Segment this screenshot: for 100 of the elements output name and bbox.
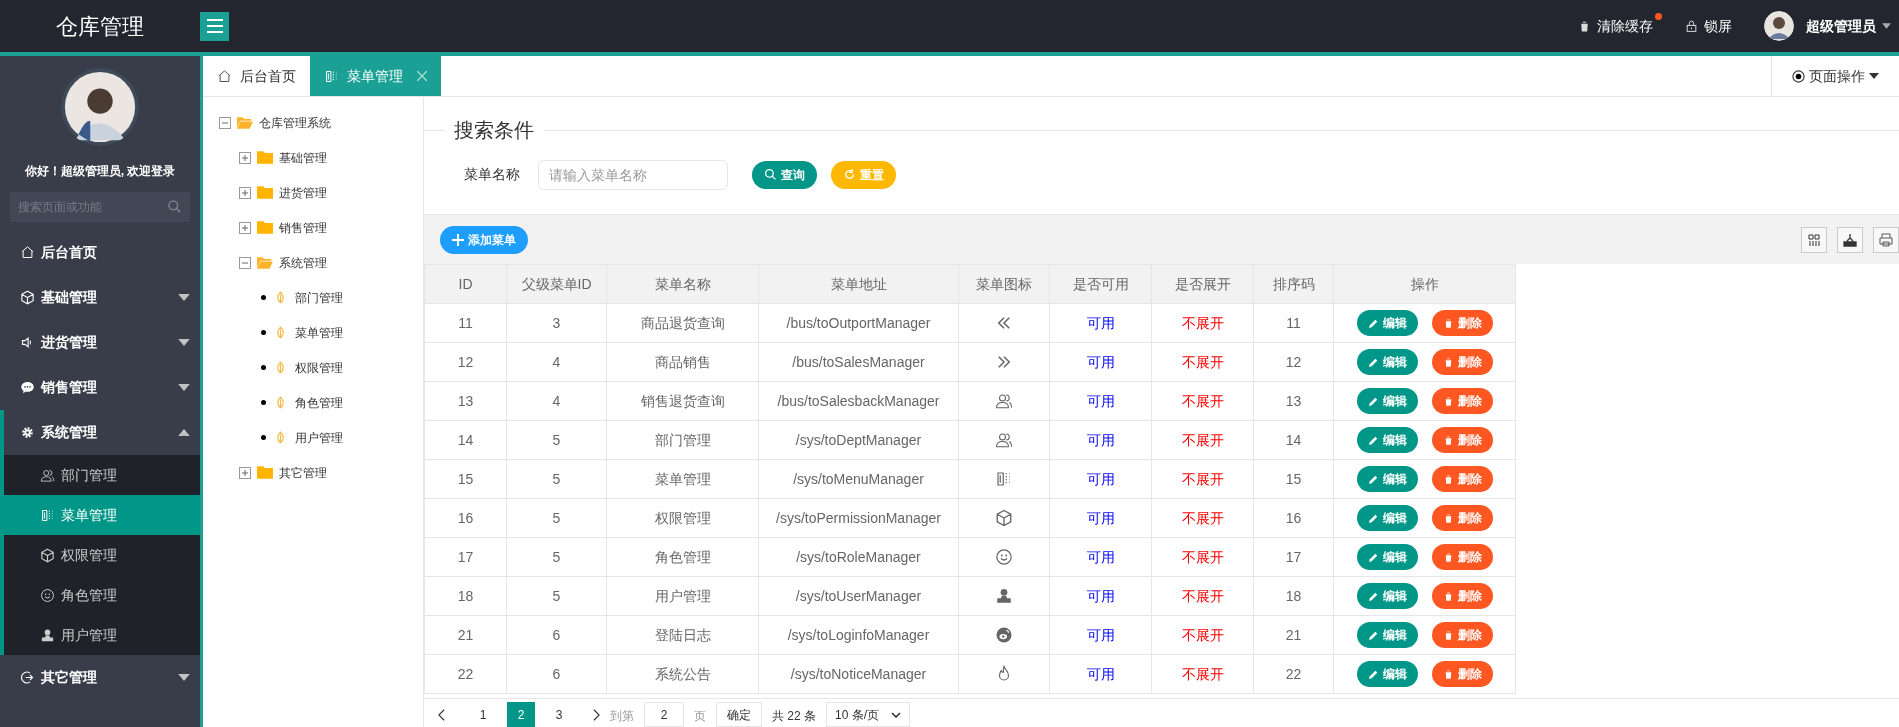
collapse-toggle-icon[interactable] [219,116,231,129]
table-cell: 不展开 [1151,381,1254,421]
menu-toggle-button[interactable] [200,11,229,41]
menu-page-icon [995,470,1013,488]
column-header: 菜单名称 [606,264,759,304]
sidebar-submenu-item[interactable]: 部门管理 [4,455,200,495]
header-action-link[interactable]: 锁屏 [1685,15,1732,37]
edit-button[interactable]: 编辑 [1356,466,1418,492]
close-icon[interactable] [417,71,427,81]
next-page-icon[interactable] [593,709,600,721]
previous-page-icon[interactable] [438,709,445,721]
table-cell: 12 [424,342,507,382]
users-icon [995,392,1013,410]
edit-button[interactable]: 编辑 [1356,349,1418,375]
tree-node[interactable]: 用户管理 [295,428,343,447]
table-cell: 18 [1253,576,1334,616]
header-action-link[interactable]: 清除缓存 [1578,15,1653,37]
pencil-icon [1367,590,1379,602]
table-cell: /sys/toDeptManager [758,420,959,460]
smiley-icon [40,587,55,603]
table-cell: 6 [506,654,607,694]
sidebar-menu-item[interactable]: 进货管理 [0,320,200,365]
tree-node[interactable]: 仓库管理系统 [259,113,331,132]
expand-toggle-icon[interactable] [239,186,251,199]
table-cell: 权限管理 [606,498,759,538]
edit-button[interactable]: 编辑 [1356,583,1418,609]
sidebar-menu-item[interactable]: 其它管理 [0,655,200,700]
caret-icon [178,674,190,681]
user-icon [40,627,55,643]
page-actions-menu[interactable]: 页面操作 [1809,65,1865,87]
page-size-select[interactable]: 10 条/页 [826,702,911,727]
export-icon[interactable] [1843,232,1857,247]
table-cell: 15 [1253,459,1334,499]
column-header: ID [424,264,507,304]
double-chevron-left-icon [995,314,1013,332]
sidebar-menu-item[interactable]: 系统管理 [4,410,200,455]
table-cell: 可用 [1049,654,1152,694]
table-cell: 5 [506,459,607,499]
edit-button[interactable]: 编辑 [1356,388,1418,414]
users-icon [995,431,1013,449]
sidebar-submenu-item[interactable]: 角色管理 [4,575,200,615]
table-cell: 14 [424,420,507,460]
edit-button[interactable]: 编辑 [1356,661,1418,687]
table-cell: 不展开 [1151,615,1254,655]
sidebar-menu-item[interactable]: 基础管理 [0,275,200,320]
expand-toggle-icon[interactable] [239,466,251,479]
cube-icon [995,509,1013,527]
home-icon [20,245,35,260]
sidebar-menu-item[interactable]: 销售管理 [0,365,200,410]
expand-toggle-icon[interactable] [239,151,251,164]
edit-button[interactable]: 编辑 [1356,310,1418,336]
tree-node[interactable]: 角色管理 [295,393,343,412]
tree-node[interactable]: 基础管理 [279,148,327,167]
edit-button[interactable]: 编辑 [1356,427,1418,453]
collapse-toggle-icon[interactable] [239,256,251,269]
page-input[interactable]: 2 [644,702,684,727]
edit-button[interactable]: 编辑 [1356,544,1418,570]
menu-name-field[interactable]: 请输入菜单名称 [538,159,728,190]
page-number[interactable]: 3 [545,702,573,727]
caret-icon [178,294,190,301]
double-chevron-right-icon [995,353,1013,371]
plus-icon [452,233,464,246]
user-icon [995,587,1013,605]
table-cell: 可用 [1049,342,1152,382]
search-icon [764,168,777,181]
table-cell: 21 [424,615,507,655]
page-number[interactable]: 1 [469,702,497,727]
tree-node[interactable]: 进货管理 [279,183,327,202]
tree-node[interactable]: 菜单管理 [295,323,343,342]
tree-node[interactable]: 系统管理 [279,253,327,272]
sidebar-menu-item[interactable]: 后台首页 [0,230,200,275]
sidebar-submenu-item[interactable]: 权限管理 [4,535,200,575]
tree-node[interactable]: 销售管理 [279,218,327,237]
columns-icon[interactable] [1807,232,1821,247]
field-label: 菜单名称 [464,165,521,184]
tree-node[interactable]: 部门管理 [295,288,343,307]
open-folder-icon [237,116,253,129]
goto-label: 到第 [610,708,634,725]
user-menu-link[interactable]: 超级管理员 [1806,15,1876,37]
page-number[interactable]: 2 [507,702,535,727]
smiley-icon [995,548,1013,566]
leaf-icon [276,291,285,304]
pencil-icon [1367,668,1379,680]
table-cell: 可用 [1049,381,1152,421]
folder-icon [257,466,273,479]
expand-toggle-icon[interactable] [239,221,251,234]
table-cell: /sys/toLoginfoManager [758,615,959,655]
tree-node[interactable]: 其它管理 [279,463,327,482]
folder-icon [257,221,273,234]
table-cell: /sys/toNoticeManager [758,654,959,694]
refresh-icon [843,168,856,181]
confirm-button[interactable]: 确定 [716,702,762,727]
tree-node[interactable]: 权限管理 [295,358,343,377]
hamburger-icon [206,19,223,33]
sidebar-submenu-item[interactable]: 用户管理 [4,615,200,655]
search-button[interactable]: 查询 [752,160,817,189]
edit-button[interactable]: 编辑 [1356,622,1418,648]
pencil-icon [1367,629,1379,641]
print-icon[interactable] [1879,232,1893,247]
edit-button[interactable]: 编辑 [1356,505,1418,531]
